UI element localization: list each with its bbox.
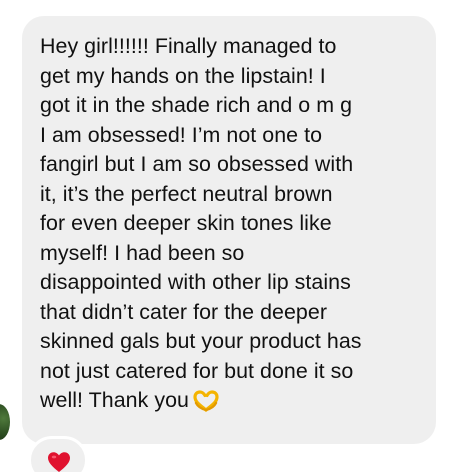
message-bubble[interactable]: Hey girl!!!!!! Finally managed to get my… bbox=[22, 16, 436, 444]
sender-avatar[interactable] bbox=[0, 404, 10, 440]
message-line: not just catered for but done it so bbox=[40, 358, 354, 383]
reaction-badge[interactable] bbox=[28, 436, 88, 472]
message-line: it, it’s the perfect neutral brown bbox=[40, 181, 333, 206]
message-text: Hey girl!!!!!! Finally managed to get my… bbox=[40, 32, 426, 416]
dm-message-screen: Hey girl!!!!!! Finally managed to get my… bbox=[0, 0, 472, 472]
message-line: get my hands on the lipstain! I bbox=[40, 63, 326, 88]
red-heart-icon bbox=[48, 452, 70, 472]
message-line: myself! I had been so bbox=[40, 240, 245, 265]
message-last-line: well! Thank you bbox=[40, 386, 426, 416]
message-line: that didn’t cater for the deeper bbox=[40, 299, 327, 324]
message-line: fangirl but I am so obsessed with bbox=[40, 152, 354, 176]
message-line: got it in the shade rich and o m g bbox=[40, 93, 353, 117]
message-line: Hey girl!!!!!! Finally managed to bbox=[40, 34, 337, 58]
message-line-text: well! Thank you bbox=[40, 388, 189, 412]
heart-hands-emoji-icon bbox=[193, 390, 219, 412]
message-line: for even deeper skin tones like bbox=[40, 211, 332, 235]
message-line: skinned gals but your product has bbox=[40, 329, 362, 353]
message-line: disappointed with other lip stains bbox=[40, 270, 351, 294]
message-line: I am obsessed! I’m not one to bbox=[40, 122, 323, 147]
